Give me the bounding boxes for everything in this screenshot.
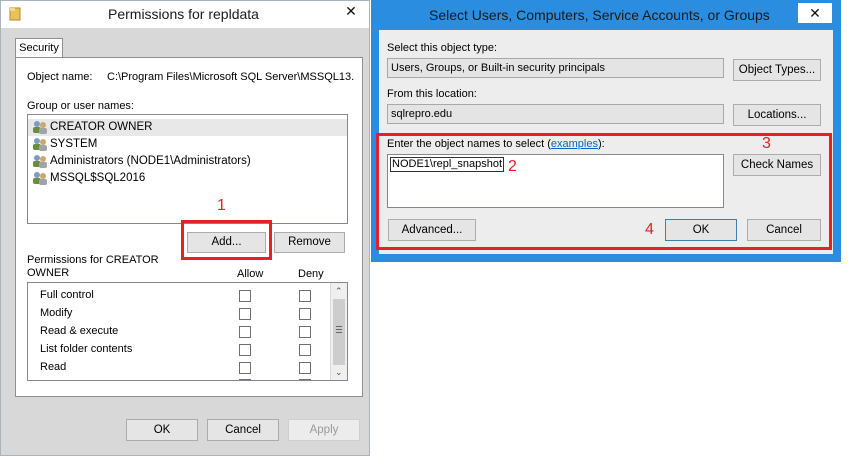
annotation-step-1: 1 — [217, 197, 226, 214]
list-item[interactable]: Administrators (NODE1\Administrators) — [28, 153, 347, 170]
object-types-button[interactable]: Object Types... — [733, 59, 821, 81]
permission-label: Read — [40, 361, 67, 373]
allow-checkbox[interactable] — [239, 344, 251, 356]
deny-checkbox[interactable] — [299, 362, 311, 374]
allow-checkbox[interactable] — [239, 362, 251, 374]
user-name: SYSTEM — [50, 138, 98, 150]
annotation-step-3: 3 — [762, 135, 771, 152]
permission-label: List folder contents — [40, 343, 133, 355]
window-title: Select Users, Computers, Service Account… — [429, 7, 770, 23]
permissions-for-label: Permissions for CREATOR OWNER — [27, 254, 167, 280]
location-field: sqlrepro.edu — [387, 104, 724, 124]
users-icon — [32, 137, 48, 151]
allow-checkbox[interactable] — [239, 379, 251, 380]
deny-checkbox[interactable] — [299, 308, 311, 320]
folder-icon — [9, 7, 21, 21]
scroll-up-icon[interactable]: ⌃ — [335, 286, 343, 297]
allow-header: Allow — [237, 268, 264, 280]
object-type-field: Users, Groups, or Built-in security prin… — [387, 58, 724, 78]
permissions-dialog: Permissions for repldata ✕ Security Obje… — [0, 0, 370, 456]
deny-checkbox[interactable] — [299, 379, 311, 380]
permission-label: Modify — [40, 307, 73, 319]
allow-checkbox[interactable] — [239, 308, 251, 320]
close-button[interactable]: ✕ — [334, 1, 368, 21]
close-button[interactable]: ✕ — [798, 3, 832, 23]
location-label: From this location: — [387, 88, 477, 100]
locations-button[interactable]: Locations... — [733, 104, 821, 126]
close-icon: ✕ — [345, 3, 357, 19]
object-type-label: Select this object type: — [387, 42, 498, 54]
allow-checkbox[interactable] — [239, 326, 251, 338]
tab-security-label: Security — [19, 42, 59, 54]
object-name-value: C:\Program Files\Microsoft SQL Server\MS… — [107, 71, 355, 83]
permissions-list[interactable]: Full control Modify Read & execute List … — [27, 282, 348, 381]
remove-button[interactable]: Remove — [274, 232, 345, 253]
deny-checkbox[interactable] — [299, 326, 311, 338]
allow-checkbox[interactable] — [239, 290, 251, 302]
annotation-step-4: 4 — [645, 221, 654, 238]
user-name: MSSQL$SQL2016 — [50, 172, 146, 184]
permissions-for-text: Permissions for CREATOR OWNER — [27, 254, 159, 279]
tab-security[interactable]: Security — [15, 38, 63, 58]
deny-checkbox[interactable] — [299, 290, 311, 302]
list-item[interactable]: SYSTEM — [28, 136, 347, 153]
object-name-label: Object name: — [27, 71, 93, 83]
user-name: Administrators (NODE1\Administrators) — [50, 155, 251, 167]
scroll-down-icon[interactable]: ⌄ — [335, 367, 343, 378]
window-title: Permissions for repldata — [108, 6, 259, 22]
cancel-button[interactable]: Cancel — [207, 419, 279, 441]
users-icon — [32, 154, 48, 168]
apply-button[interactable]: Apply — [288, 419, 360, 441]
scroll-grip-icon — [336, 326, 342, 333]
users-icon — [32, 120, 48, 134]
group-label: Group or user names: — [27, 100, 134, 112]
close-icon: ✕ — [809, 5, 821, 21]
user-name: CREATOR OWNER — [50, 121, 153, 133]
list-item[interactable]: CREATOR OWNER — [28, 119, 347, 136]
scroll-thumb[interactable] — [333, 299, 345, 365]
ok-button[interactable]: OK — [126, 419, 198, 441]
list-item[interactable]: MSSQL$SQL2016 — [28, 170, 347, 187]
users-icon — [32, 171, 48, 185]
deny-header: Deny — [298, 268, 324, 280]
permission-label: Full control — [40, 289, 94, 301]
user-list[interactable]: CREATOR OWNER SYSTEM Administrators (NOD… — [27, 114, 348, 224]
deny-checkbox[interactable] — [299, 344, 311, 356]
add-button[interactable]: Add... — [187, 232, 266, 253]
permission-label: Read & execute — [40, 325, 119, 337]
permissions-scrollbar[interactable]: ⌃ ⌄ — [330, 283, 347, 380]
